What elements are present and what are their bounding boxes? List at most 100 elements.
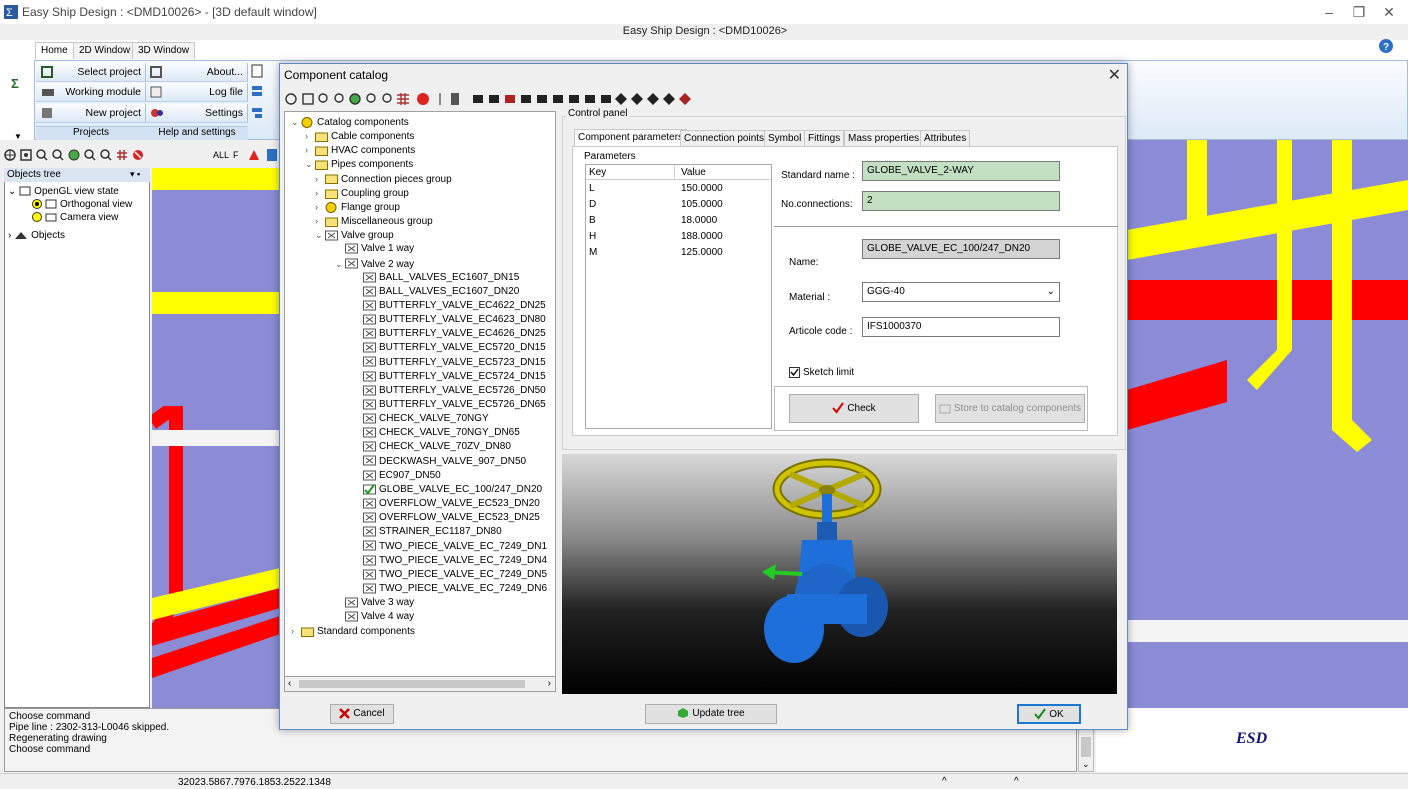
tree-item-component[interactable]: BUTTERFLY_VALVE_EC5720_DN15 <box>353 341 546 355</box>
tree-item-component[interactable]: BUTTERFLY_VALVE_EC4622_DN25 <box>353 299 546 313</box>
help-icon[interactable]: ? <box>1378 38 1394 54</box>
status-caret-2[interactable]: ^ <box>1014 776 1019 787</box>
chevron-right-icon[interactable]: › <box>305 143 315 157</box>
chevron-down-icon[interactable]: ⌄ <box>291 115 301 129</box>
dialog-toolbar-icons[interactable] <box>283 90 733 108</box>
name-field[interactable]: GLOBE_VALVE_EC_100/247_DN20 <box>862 239 1060 259</box>
tree-item-component[interactable]: BUTTERFLY_VALVE_EC5726_DN50 <box>353 384 546 398</box>
chevron-right-icon[interactable]: › <box>315 200 325 214</box>
scroll-left-icon[interactable]: ‹ <box>288 678 291 689</box>
tree-item-component[interactable]: GLOBE_VALVE_EC_100/247_DN20 <box>353 483 542 497</box>
tree-item-camera[interactable]: Camera view <box>32 212 118 223</box>
chevron-right-icon[interactable]: › <box>291 624 301 638</box>
tab-2d-window[interactable]: 2D Window <box>73 42 137 59</box>
tree-item-component[interactable]: BUTTERFLY_VALVE_EC5724_DN15 <box>353 370 546 384</box>
tab-attributes[interactable]: Attributes <box>920 130 971 146</box>
chevron-down-icon[interactable]: ⌄ <box>315 228 325 242</box>
pan-icon[interactable] <box>100 149 112 161</box>
tree-item-opengl[interactable]: ⌄ OpenGL view state <box>8 186 119 197</box>
scrollbar-thumb[interactable] <box>1081 737 1091 757</box>
tab-home[interactable]: Home <box>35 42 74 59</box>
tree-item-component[interactable]: CHECK_VALVE_70NGY_DN65 <box>353 426 520 440</box>
tree-item-pipes[interactable]: ⌄ Pipes components <box>305 157 413 171</box>
tree-item-component[interactable]: BUTTERFLY_VALVE_EC5726_DN65 <box>353 398 546 412</box>
scroll-right-icon[interactable]: › <box>548 678 551 689</box>
material-select[interactable]: GGG-40 ⌄ <box>862 282 1060 302</box>
table-row[interactable]: H 188.0000 <box>586 229 771 244</box>
scroll-down-icon[interactable]: ⌄ <box>1082 759 1090 770</box>
tree-item-component[interactable]: CHECK_VALVE_70NGY <box>353 412 489 426</box>
esd-menu-icon[interactable]: Σ <box>10 76 24 90</box>
chevron-down-icon[interactable]: ⌄ <box>335 257 345 271</box>
tree-item-valve-4-way[interactable]: Valve 4 way <box>335 610 414 624</box>
close-button[interactable]: ✕ <box>1374 2 1404 22</box>
check-button[interactable]: Check <box>789 394 919 423</box>
tree-item-orthogonal[interactable]: Orthogonal view <box>32 199 132 210</box>
tree-item-component[interactable]: BALL_VALVES_EC1607_DN20 <box>353 285 519 299</box>
tree-item-valve-1-way[interactable]: Valve 1 way <box>335 242 414 256</box>
tab-3d-window[interactable]: 3D Window <box>132 42 196 59</box>
update-tree-button[interactable]: Update tree <box>645 704 777 724</box>
article-code-input[interactable]: IFS1000370 <box>862 317 1060 337</box>
tree-item-component[interactable]: BUTTERFLY_VALVE_EC5723_DN15 <box>353 356 546 370</box>
tab-fittings[interactable]: Fittings <box>804 130 845 146</box>
tree-root-catalog[interactable]: ⌄ Catalog components <box>291 115 409 129</box>
stop-icon[interactable] <box>132 149 144 161</box>
tree-item-connection[interactable]: › Connection pieces group <box>315 172 452 186</box>
pick-icon[interactable] <box>247 148 261 162</box>
tree-item-component[interactable]: DECKWASH_VALVE_907_DN50 <box>353 455 526 469</box>
cancel-button[interactable]: Cancel <box>330 704 394 724</box>
filter-button[interactable]: F <box>233 150 239 160</box>
table-row[interactable]: D 105.0000 <box>586 197 771 212</box>
tree-item-component[interactable]: BALL_VALVES_EC1607_DN15 <box>353 271 519 285</box>
zoom-realtime-icon[interactable] <box>84 149 96 161</box>
chevron-right-icon[interactable]: › <box>315 214 325 228</box>
chevron-right-icon[interactable]: › <box>315 172 325 186</box>
parameters-table[interactable]: Key Value L 150.0000 D 105.0000 B 18.0000 H… <box>585 164 772 429</box>
tree-item-flange[interactable]: › Flange group <box>315 200 400 214</box>
store-to-catalog-button[interactable]: Store to catalog components <box>935 394 1085 423</box>
radio-checked-icon[interactable] <box>32 199 42 210</box>
tree-item-component[interactable]: OVERFLOW_VALVE_EC523_DN25 <box>353 511 540 525</box>
chevron-down-icon[interactable]: ⌄ <box>1047 283 1055 301</box>
layout-icon[interactable] <box>251 84 263 98</box>
chevron-down-icon[interactable]: ⌄ <box>305 157 315 171</box>
component-preview-3d[interactable] <box>562 454 1117 694</box>
snap-icon[interactable] <box>266 148 278 162</box>
tab-component-parameters[interactable]: Component parameters <box>574 129 688 146</box>
tree-item-hvac[interactable]: › HVAC components <box>305 143 415 157</box>
tree-item-objects[interactable]: › Objects <box>8 230 65 241</box>
tree-item-coupling[interactable]: › Coupling group <box>315 186 409 200</box>
tree-item-component[interactable]: TWO_PIECE_VALVE_EC_7249_DN1 <box>353 540 547 554</box>
chevron-right-icon[interactable]: › <box>8 230 11 241</box>
panel-pin-icon[interactable]: ▾ ▪ <box>130 169 140 180</box>
catalog-tree[interactable]: ⌄ Catalog components › Cable components › HVA… <box>284 111 556 691</box>
table-row[interactable]: B 18.0000 <box>586 213 771 228</box>
sketch-limit-checkbox[interactable]: Sketch limit <box>789 367 854 378</box>
tree-item-component[interactable]: EC907_DN50 <box>353 469 441 483</box>
tree-item-component[interactable]: TWO_PIECE_VALVE_EC_7249_DN4 <box>353 554 547 568</box>
minimize-button[interactable]: – <box>1314 2 1344 22</box>
chevron-right-icon[interactable]: › <box>305 129 315 143</box>
tree-item-valve-group[interactable]: ⌄ Valve group <box>315 228 394 242</box>
zoom-in-icon[interactable] <box>36 149 48 161</box>
tree-item-component[interactable]: STRAINER_EC1187_DN80 <box>353 525 502 539</box>
zoom-out-icon[interactable] <box>52 149 64 161</box>
ok-button[interactable]: OK <box>1017 704 1081 724</box>
tree-item-component[interactable]: TWO_PIECE_VALVE_EC_7249_DN5 <box>353 568 547 582</box>
table-row[interactable]: L 150.0000 <box>586 181 771 196</box>
show-all-button[interactable]: ALL <box>213 150 229 160</box>
radio-unchecked-icon[interactable] <box>32 212 42 223</box>
zoom-window-icon[interactable] <box>20 149 32 161</box>
tree-item-misc[interactable]: › Miscellaneous group <box>315 214 433 228</box>
table-row[interactable]: M 125.0000 <box>586 245 771 260</box>
viewport-3d-left[interactable] <box>152 168 280 708</box>
tree-horizontal-scrollbar[interactable]: ‹ › <box>284 676 556 692</box>
tree-item-cable[interactable]: › Cable components <box>305 129 414 143</box>
tree-item-valve-2-way[interactable]: ⌄ Valve 2 way <box>335 257 414 271</box>
maximize-button[interactable]: ❐ <box>1344 2 1374 22</box>
zoom-previous-icon[interactable] <box>68 149 80 161</box>
tree-item-component[interactable]: CHECK_VALVE_70ZV_DN80 <box>353 440 511 454</box>
layout-alt-icon[interactable] <box>251 106 263 120</box>
tree-item-component[interactable]: OVERFLOW_VALVE_EC523_DN20 <box>353 497 540 511</box>
